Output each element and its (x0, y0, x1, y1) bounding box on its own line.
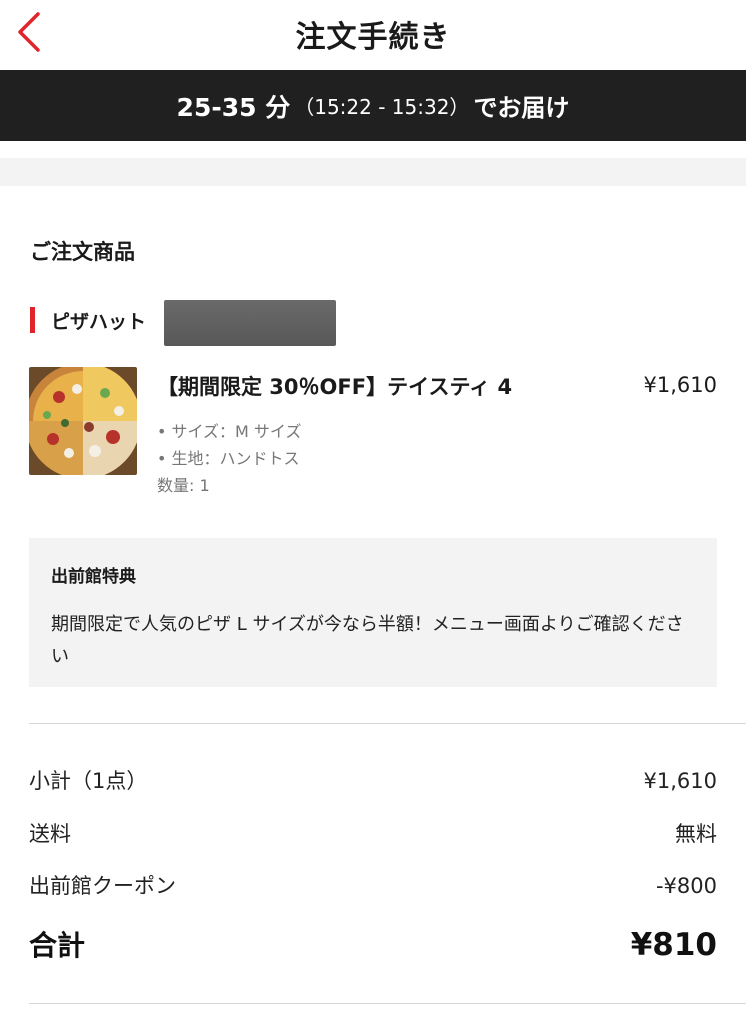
order-items-heading: ご注文商品 (30, 240, 135, 264)
item-name: 【期間限定 30％OFF】テイスティ 4 (157, 375, 513, 399)
store-name: ピザハット (51, 310, 147, 333)
promo-title: 出前館特典 (51, 567, 136, 587)
promo-body: 期間限定で人気のピザ L サイズが今なら半額！メニュー画面よりご確認ください (51, 614, 684, 667)
coupon-row: 出前館クーポン -¥800 (29, 870, 717, 900)
eta-time-range: （15:22 - 15:32） (294, 95, 470, 119)
shipping-label: 送料 (29, 822, 71, 846)
subtotal-label: 小計（1点） (29, 769, 148, 793)
store-accent-bar (30, 307, 35, 333)
item-option-size: • サイズ：M サイズ (157, 422, 302, 441)
divider-bottom (29, 1003, 746, 1004)
subtotal-value: ¥1,610 (643, 769, 717, 793)
item-quantity: 数量: 1 (157, 476, 210, 495)
page-title: 注文手続き (295, 20, 451, 55)
eta-minutes: 25-35 分 (176, 92, 291, 122)
order-item: 【期間限定 30％OFF】テイスティ 4 ¥1,610 • サイズ：M サイズ … (29, 365, 719, 505)
promo-box: 出前館特典 期間限定で人気のピザ L サイズが今なら半額！メニュー画面よりご確認… (29, 538, 717, 687)
delivery-eta-banner: 25-35 分 （15:22 - 15:32） でお届け (0, 70, 746, 141)
coupon-label: 出前館クーポン (29, 874, 176, 898)
total-label: 合計 (29, 929, 86, 962)
total-row: 合計 ¥810 (29, 924, 717, 964)
divider (29, 723, 746, 724)
eta-suffix: でお届け (473, 94, 570, 122)
subtotal-row: 小計（1点） ¥1,610 (29, 765, 717, 795)
pizza-thumbnail (29, 367, 137, 475)
coupon-value: -¥800 (655, 874, 717, 898)
store-row: ピザハット (30, 300, 336, 346)
item-option-crust: • 生地：ハンドトス (157, 449, 300, 468)
total-value: ¥810 (630, 927, 717, 963)
section-spacer (0, 158, 746, 186)
shipping-row: 送料 無料 (29, 818, 717, 848)
header-bar: 注文手続き (0, 0, 746, 70)
redacted-store-branch (164, 300, 336, 346)
item-price: ¥1,610 (643, 373, 717, 397)
shipping-value: 無料 (675, 822, 717, 846)
